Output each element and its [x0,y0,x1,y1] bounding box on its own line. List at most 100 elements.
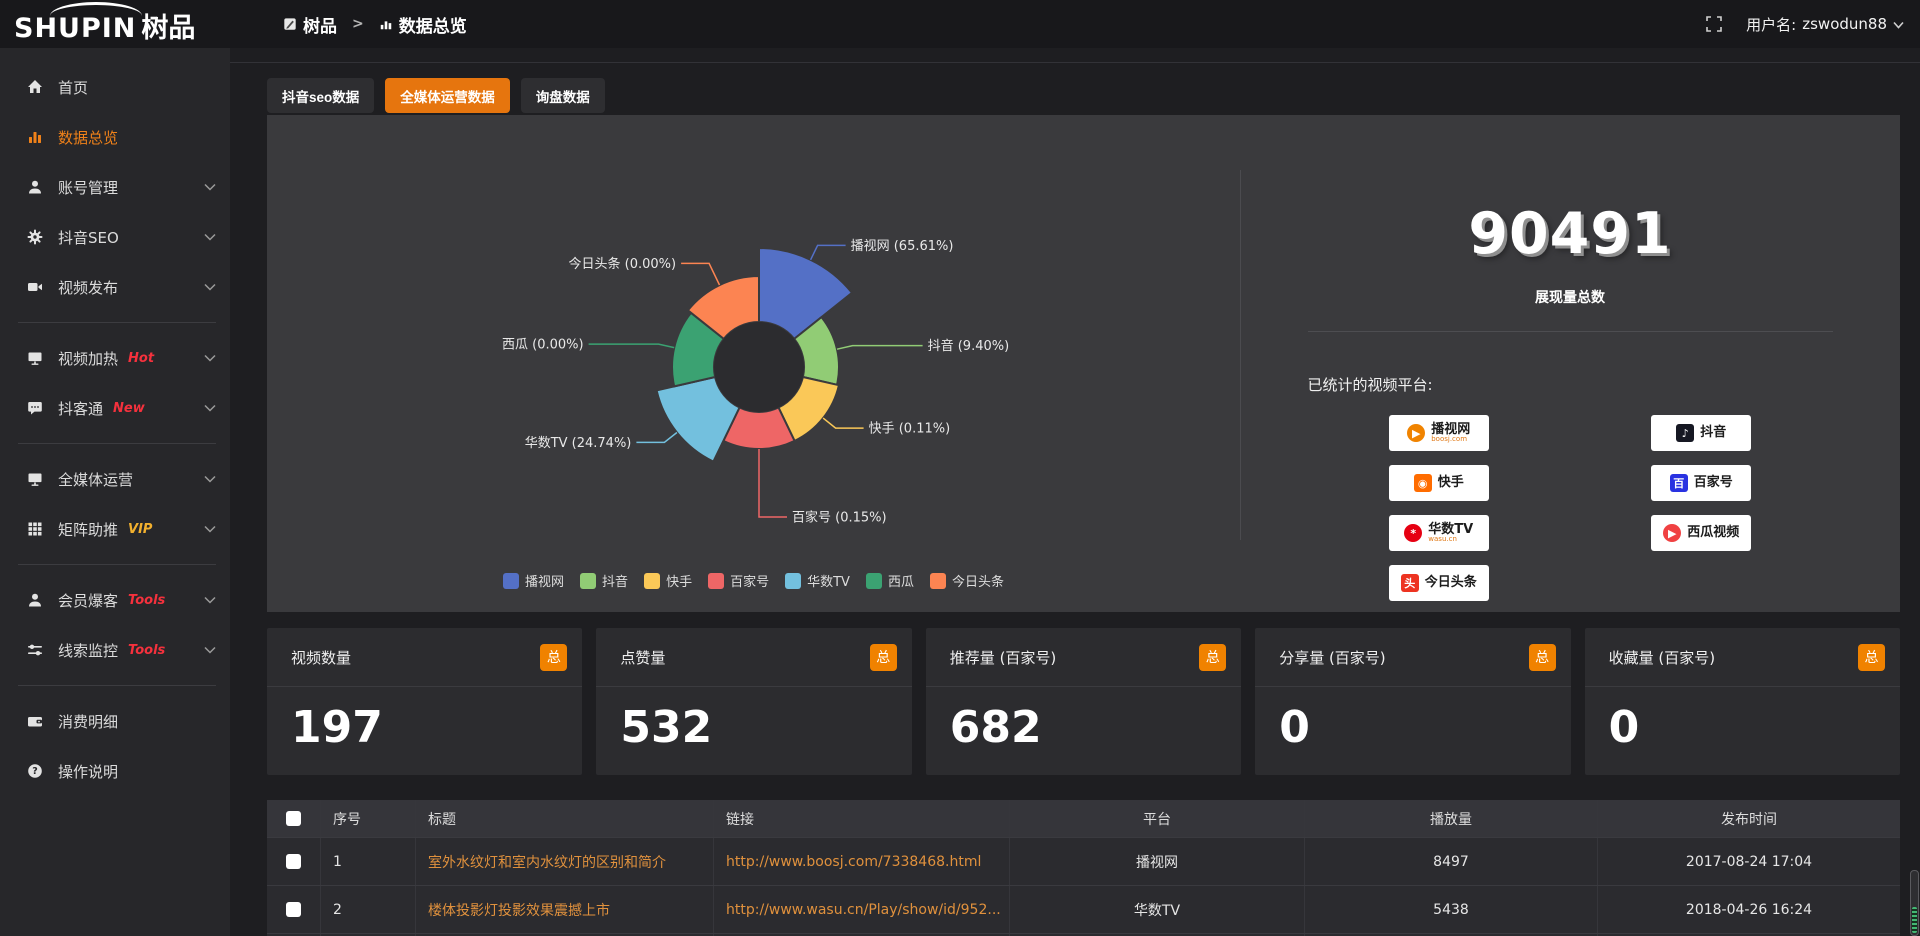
video-url-link[interactable]: http://www.wasu.cn/Play/show/id/952... [726,902,1001,918]
sidebar-item[interactable]: 视频加热 Hot [0,333,230,383]
sidebar-item[interactable]: 全媒体运营 [0,454,230,504]
total-badge: 总 [1858,644,1885,671]
sidebar-item-label: 会员爆客 [58,590,118,611]
pie-label-line [636,433,677,443]
platform-logo-icon: * [1404,524,1422,542]
sidebar-item[interactable]: 账号管理 [0,162,230,212]
tab-询盘数据[interactable]: 询盘数据 [521,78,605,113]
legend-item[interactable]: 华数TV [785,571,850,590]
chevron-down-icon [204,354,216,362]
stat-card: 收藏量 (百家号)总0 [1585,628,1900,775]
sidebar-item[interactable]: 抖客通New [0,383,230,433]
legend-item[interactable]: 百家号 [708,571,769,590]
legend-label: 抖音 [602,571,628,590]
total-badge: 总 [870,644,897,671]
scrollbar-thumb[interactable] [1910,870,1919,936]
chevron-down-icon [204,283,216,291]
legend-label: 播视网 [525,571,564,590]
page-scrollbar[interactable] [1909,0,1920,936]
cell-plays: 5438 [1305,886,1598,933]
sidebar-item-label: 消费明细 [58,711,118,732]
scrollbar-marker [1912,907,1917,933]
column-header: 序号 [321,800,416,837]
platform-name: 快手 [1438,476,1464,490]
grid-icon [27,521,43,537]
legend-label: 快手 [666,571,692,590]
breadcrumb-label: 数据总览 [399,12,467,37]
topbar-right: 用户名: zswodun88 [1706,0,1904,48]
platform-name: 华数TV [1428,523,1473,537]
video-title-link[interactable]: 室外水纹灯和室内水纹灯的区别和简介 [428,852,666,872]
pie-label-line [759,449,787,517]
sidebar-item[interactable]: 数据总览 [0,112,230,162]
sidebar-item[interactable]: 线索监控Tools [0,625,230,675]
divider [1308,331,1833,332]
sidebar-item[interactable]: ?操作说明 [0,746,230,796]
stat-card-value: 682 [926,687,1241,753]
platform-badge: ▶西瓜视频 [1651,515,1751,551]
sidebar-item-label: 视频加热 [58,348,118,369]
home-icon [27,79,43,95]
user-menu[interactable]: 用户名: zswodun88 [1746,14,1904,35]
total-badge: 总 [1199,644,1226,671]
platform-logo-icon: ◉ [1414,474,1432,492]
pie-label: 抖音 (9.40%) [928,338,1010,354]
legend-swatch [644,573,660,589]
heat-icon [27,350,43,366]
pie-label: 快手 (0.11%) [869,422,951,437]
stat-card: 推荐量 (百家号)总682 [926,628,1241,775]
sidebar-item[interactable]: 抖音SEO [0,212,230,262]
sidebar-item-tag: Tools [128,643,165,658]
impressions-total-label: 展现量总数 [1308,287,1833,307]
chart-icon [27,129,43,145]
sidebar-item[interactable]: 消费明细 [0,696,230,746]
sidebar-item-label: 首页 [58,77,88,98]
legend-item[interactable]: 抖音 [580,571,628,590]
sidebar-item[interactable]: 矩阵助推VIP [0,504,230,554]
column-header: 链接 [714,800,1010,837]
sidebar-item-tag: Hot [128,351,154,366]
main-content: 抖音seo数据全媒体运营数据询盘数据 播视网 (65.61%)抖音 (9.40%… [230,48,1920,936]
legend-item[interactable]: 快手 [644,571,692,590]
breadcrumb-item[interactable]: 数据总览 [379,12,467,37]
platform-domain: wasu.cn [1428,536,1473,543]
app-logo: SHUPIN树品 [14,6,195,45]
column-header: 播放量 [1305,800,1598,837]
column-header: 标题 [416,800,714,837]
platform-logo-icon: ▶ [1663,524,1681,542]
chevron-down-icon [1893,21,1904,29]
breadcrumb-separator: > [352,16,364,32]
svg-text:?: ? [32,766,38,777]
legend-item[interactable]: 西瓜 [866,571,914,590]
cell-index: 1 [321,838,416,885]
sidebar-item[interactable]: 会员爆客 Tools [0,575,230,625]
sidebar-item[interactable]: 首页 [0,62,230,112]
tab-全媒体运营数据[interactable]: 全媒体运营数据 [385,78,510,113]
fullscreen-icon[interactable] [1706,16,1722,32]
pie-label-line [681,263,719,285]
select-all-checkbox[interactable] [286,811,301,826]
legend-item[interactable]: 今日头条 [930,571,1004,590]
table-header-row: 序号标题链接平台播放量发布时间 [267,800,1900,837]
stat-cards: 视频数量总197点赞量总532推荐量 (百家号)总682分享量 (百家号)总0收… [267,628,1900,775]
totals-panel: 90491 展现量总数 已统计的视频平台: ▶播视网boosj.com♪抖音◉快… [1240,115,1900,612]
video-icon [27,279,43,295]
row-checkbox[interactable] [286,902,301,917]
legend-swatch [503,573,519,589]
sidebar-item-label: 全媒体运营 [58,469,133,490]
sidebar-item-tag: Tools [128,593,165,608]
stat-card-value: 0 [1585,687,1900,753]
chevron-down-icon [204,183,216,191]
sidebar-item[interactable]: 视频发布 [0,262,230,312]
member-icon [27,592,43,608]
tab-抖音seo数据[interactable]: 抖音seo数据 [267,78,374,113]
cell-time: 2017-08-24 17:04 [1598,838,1900,885]
stat-card-title: 分享量 (百家号) [1279,647,1385,668]
video-title-link[interactable]: 楼体投影灯投影效果震撼上市 [428,900,610,920]
breadcrumb-item[interactable]: 树品 [283,12,337,37]
video-url-link[interactable]: http://www.boosj.com/7338468.html [726,854,981,870]
legend-item[interactable]: 播视网 [503,571,564,590]
overview-panel: 播视网 (65.61%)抖音 (9.40%)快手 (0.11%)百家号 (0.1… [267,115,1900,612]
row-checkbox[interactable] [286,854,301,869]
table-row: 1 室外水纹灯和室内水纹灯的区别和简介 http://www.boosj.com/7… [267,837,1900,885]
